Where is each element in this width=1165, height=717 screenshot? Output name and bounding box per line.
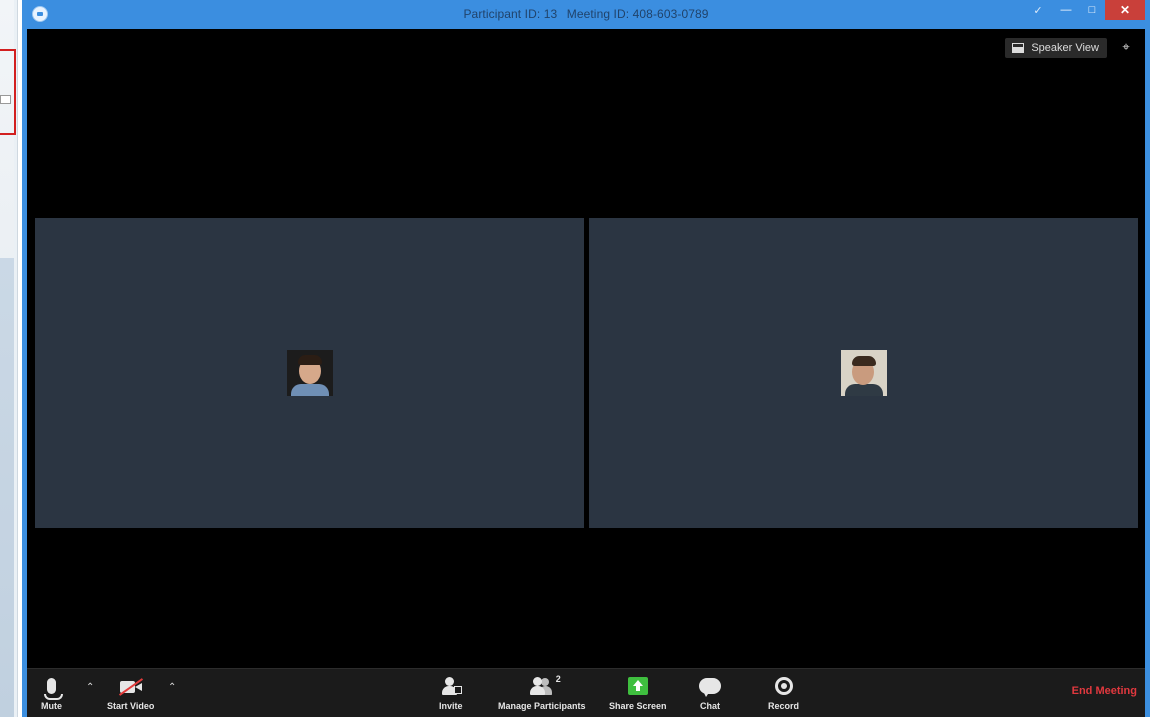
minimize-button[interactable]: — <box>1053 0 1079 20</box>
record-icon <box>774 677 793 695</box>
participant-id: Participant ID: 13 <box>463 7 558 21</box>
speaker-view-label: Speaker View <box>1031 42 1099 54</box>
share-screen-icon <box>627 677 648 695</box>
start-video-button[interactable]: Start Video <box>107 673 154 711</box>
close-button[interactable]: ✕ <box>1105 0 1145 20</box>
video-tile-2[interactable] <box>589 218 1138 528</box>
audio-options-caret-icon[interactable]: ⌃ <box>86 682 94 693</box>
pin-icon[interactable]: ✓ <box>1023 0 1053 20</box>
share-screen-label: Share Screen <box>609 701 667 711</box>
chat-label: Chat <box>700 701 720 711</box>
invite-button[interactable]: Invite <box>439 673 463 711</box>
end-meeting-button[interactable]: End Meeting <box>1072 685 1137 697</box>
background-window <box>0 0 18 717</box>
invite-label: Invite <box>439 701 463 711</box>
titlebar: Participant ID: 13 Meeting ID: 408-603-0… <box>27 0 1145 29</box>
highlight-box <box>0 49 16 135</box>
microphone-icon <box>44 678 63 700</box>
participant-count: 2 <box>555 674 561 684</box>
background-panel-tint <box>0 258 14 717</box>
speaker-view-button[interactable]: Speaker View <box>1005 38 1107 58</box>
participant-avatar-2 <box>840 350 887 396</box>
fullscreen-icon[interactable]: ⌖ <box>1119 40 1133 54</box>
participants-icon: 2 <box>529 674 561 696</box>
chat-button[interactable]: Chat <box>699 673 721 711</box>
mute-button[interactable]: Mute <box>41 673 63 711</box>
video-options-caret-icon[interactable]: ⌃ <box>168 682 176 693</box>
participant-avatar-1 <box>286 350 333 396</box>
video-tile-1[interactable] <box>35 218 584 528</box>
meeting-id: Meeting ID: 408-603-0789 <box>566 7 709 21</box>
invite-icon <box>441 676 462 696</box>
meeting-toolbar: Mute ⌃ Start Video ⌃ Invite 2 Manage Par… <box>27 668 1145 717</box>
chat-icon <box>699 678 721 697</box>
highlight-tag <box>0 95 11 104</box>
record-button[interactable]: Record <box>768 673 799 711</box>
maximize-button[interactable]: □ <box>1079 0 1105 20</box>
share-screen-button[interactable]: Share Screen <box>609 673 667 711</box>
window-controls: ✓ — □ ✕ <box>1023 0 1145 22</box>
start-video-label: Start Video <box>107 701 155 711</box>
window-title: Participant ID: 13 Meeting ID: 408-603-0… <box>27 7 1145 21</box>
video-off-icon <box>118 677 143 696</box>
meeting-window: Participant ID: 13 Meeting ID: 408-603-0… <box>22 0 1150 717</box>
mute-label: Mute <box>41 701 62 711</box>
speaker-view-icon <box>1012 43 1025 53</box>
manage-participants-label: Manage Participants <box>498 701 586 711</box>
manage-participants-button[interactable]: 2 Manage Participants <box>498 673 586 711</box>
record-label: Record <box>768 701 800 711</box>
